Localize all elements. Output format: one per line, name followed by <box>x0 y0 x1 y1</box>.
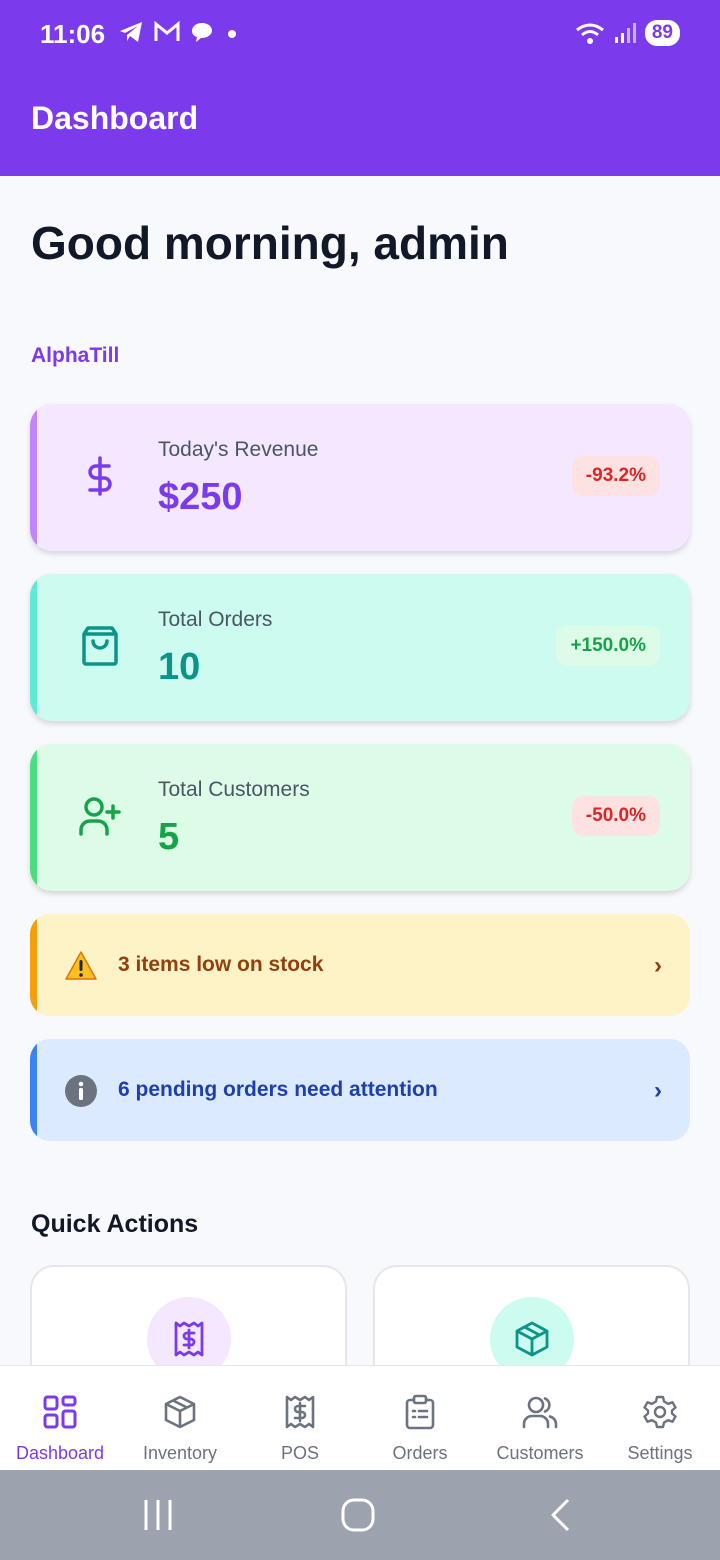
customers-card[interactable]: Total Customers 5 -50.0% <box>30 744 690 891</box>
stat-label: Total Orders <box>158 608 273 631</box>
shopping-bag-icon <box>82 626 118 666</box>
chat-icon <box>192 23 212 42</box>
nav-label: Inventory <box>142 1443 218 1463</box>
stat-value: $250 <box>158 476 243 518</box>
chevron-right-icon: › <box>654 952 662 979</box>
nav-customers[interactable]: Customers <box>480 1366 600 1471</box>
nav-label: Dashboard <box>15 1443 105 1463</box>
nav-label: Settings <box>627 1443 693 1463</box>
change-badge: +150.0% <box>556 626 660 666</box>
info-icon <box>65 1075 97 1107</box>
status-time: 11:06 <box>40 19 106 49</box>
stat-value: 5 <box>158 816 180 858</box>
nav-label: Orders <box>392 1443 448 1463</box>
box-icon <box>515 1321 549 1357</box>
signal-icon <box>614 23 636 43</box>
alert-text: 3 items low on stock <box>118 953 324 976</box>
pending-orders-alert[interactable]: 6 pending orders need attention › <box>30 1039 690 1141</box>
receipt-icon <box>285 1395 315 1429</box>
clipboard-icon <box>405 1394 435 1430</box>
status-bar: 11:06 89 <box>0 0 720 68</box>
stat-label: Total Customers <box>158 778 310 801</box>
home-icon[interactable] <box>340 1497 376 1533</box>
low-stock-alert[interactable]: 3 items low on stock › <box>30 914 690 1016</box>
store-name: AlphaTill <box>31 344 120 367</box>
greeting-heading: Good morning, admin <box>31 217 509 269</box>
users-icon <box>522 1396 558 1429</box>
page-title: Dashboard <box>31 100 199 136</box>
change-badge: -93.2% <box>571 456 660 496</box>
stat-label: Today's Revenue <box>158 438 319 461</box>
nav-pos[interactable]: POS <box>240 1366 360 1471</box>
orders-card[interactable]: Total Orders 10 +150.0% <box>30 574 690 721</box>
app-bar: Dashboard <box>0 68 720 176</box>
nav-label: Customers <box>496 1443 584 1463</box>
warning-icon <box>65 951 97 980</box>
revenue-card[interactable]: Today's Revenue $250 -93.2% <box>30 404 690 551</box>
box-icon <box>164 1395 196 1429</box>
dollar-icon <box>88 456 112 496</box>
nav-label: POS <box>280 1443 319 1463</box>
nav-dashboard[interactable]: Dashboard <box>0 1366 120 1471</box>
dot-icon <box>228 30 236 38</box>
dashboard-icon <box>43 1395 77 1429</box>
system-nav-bar <box>0 1470 720 1560</box>
alert-text: 6 pending orders need attention <box>118 1078 438 1101</box>
gmail-icon <box>154 21 180 41</box>
battery-indicator: 89 <box>644 20 680 46</box>
section-title: Quick Actions <box>31 1210 199 1238</box>
user-plus-icon <box>79 797 121 836</box>
change-badge: -50.0% <box>571 796 660 836</box>
stat-value: 10 <box>158 646 201 688</box>
recent-apps-icon[interactable] <box>142 1498 174 1532</box>
receipt-icon <box>174 1321 204 1357</box>
notification-icons <box>118 20 240 44</box>
nav-orders[interactable]: Orders <box>360 1366 480 1471</box>
back-icon[interactable] <box>548 1497 572 1533</box>
wifi-icon <box>575 23 604 44</box>
telegram-icon <box>120 22 142 42</box>
chevron-right-icon: › <box>654 1077 662 1104</box>
nav-settings[interactable]: Settings <box>600 1366 720 1471</box>
gear-icon <box>643 1395 677 1429</box>
bottom-nav: Dashboard Inventory POS Orders Customers… <box>0 1365 720 1470</box>
nav-inventory[interactable]: Inventory <box>120 1366 240 1471</box>
